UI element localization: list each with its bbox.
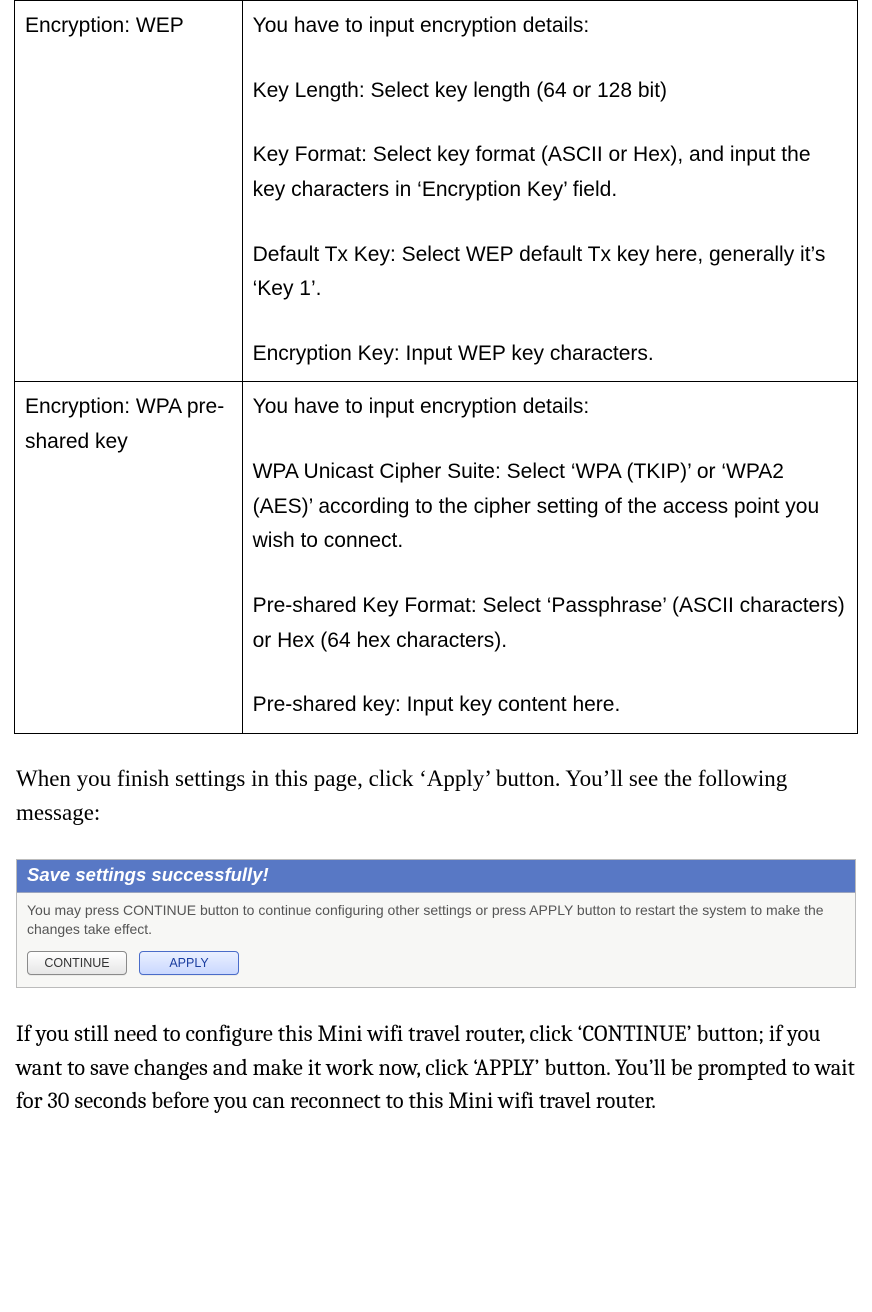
encryption-table: Encryption: WEP You have to input encryp… bbox=[14, 0, 858, 734]
paragraph-after-table: When you finish settings in this page, c… bbox=[16, 762, 856, 831]
table-row: Encryption: WEP You have to input encryp… bbox=[15, 1, 858, 382]
continue-button[interactable]: CONTINUE bbox=[27, 951, 127, 975]
dialog-button-row: CONTINUE APPLY bbox=[17, 949, 855, 987]
encryption-wpa-details: You have to input encryption details: WP… bbox=[242, 382, 857, 733]
wep-detail-key-format: Key Format: Select key format (ASCII or … bbox=[253, 138, 847, 207]
apply-button[interactable]: APPLY bbox=[139, 951, 239, 975]
wpa-detail-cipher-suite: WPA Unicast Cipher Suite: Select ‘WPA (T… bbox=[253, 455, 847, 559]
encryption-wpa-label: Encryption: WPA pre-shared key bbox=[15, 382, 243, 733]
encryption-wep-label: Encryption: WEP bbox=[15, 1, 243, 382]
paragraph-end: If you still need to configure this Mini… bbox=[16, 1018, 856, 1119]
dialog-body-text: You may press CONTINUE button to continu… bbox=[17, 893, 855, 949]
wep-detail-default-tx-key: Default Tx Key: Select WEP default Tx ke… bbox=[253, 238, 847, 307]
table-row: Encryption: WPA pre-shared key You have … bbox=[15, 382, 858, 733]
document-page: Encryption: WEP You have to input encryp… bbox=[0, 0, 872, 1149]
wep-detail-key-length: Key Length: Select key length (64 or 128… bbox=[253, 74, 847, 109]
save-settings-dialog: Save settings successfully! You may pres… bbox=[16, 859, 856, 988]
dialog-title: Save settings successfully! bbox=[17, 860, 855, 893]
wep-detail-intro: You have to input encryption details: bbox=[253, 9, 847, 44]
wpa-detail-intro: You have to input encryption details: bbox=[253, 390, 847, 425]
wep-detail-encryption-key: Encryption Key: Input WEP key characters… bbox=[253, 337, 847, 372]
encryption-wep-details: You have to input encryption details: Ke… bbox=[242, 1, 857, 382]
wpa-detail-preshared-key: Pre-shared key: Input key content here. bbox=[253, 688, 847, 723]
wpa-detail-key-format: Pre-shared Key Format: Select ‘Passphras… bbox=[253, 589, 847, 658]
